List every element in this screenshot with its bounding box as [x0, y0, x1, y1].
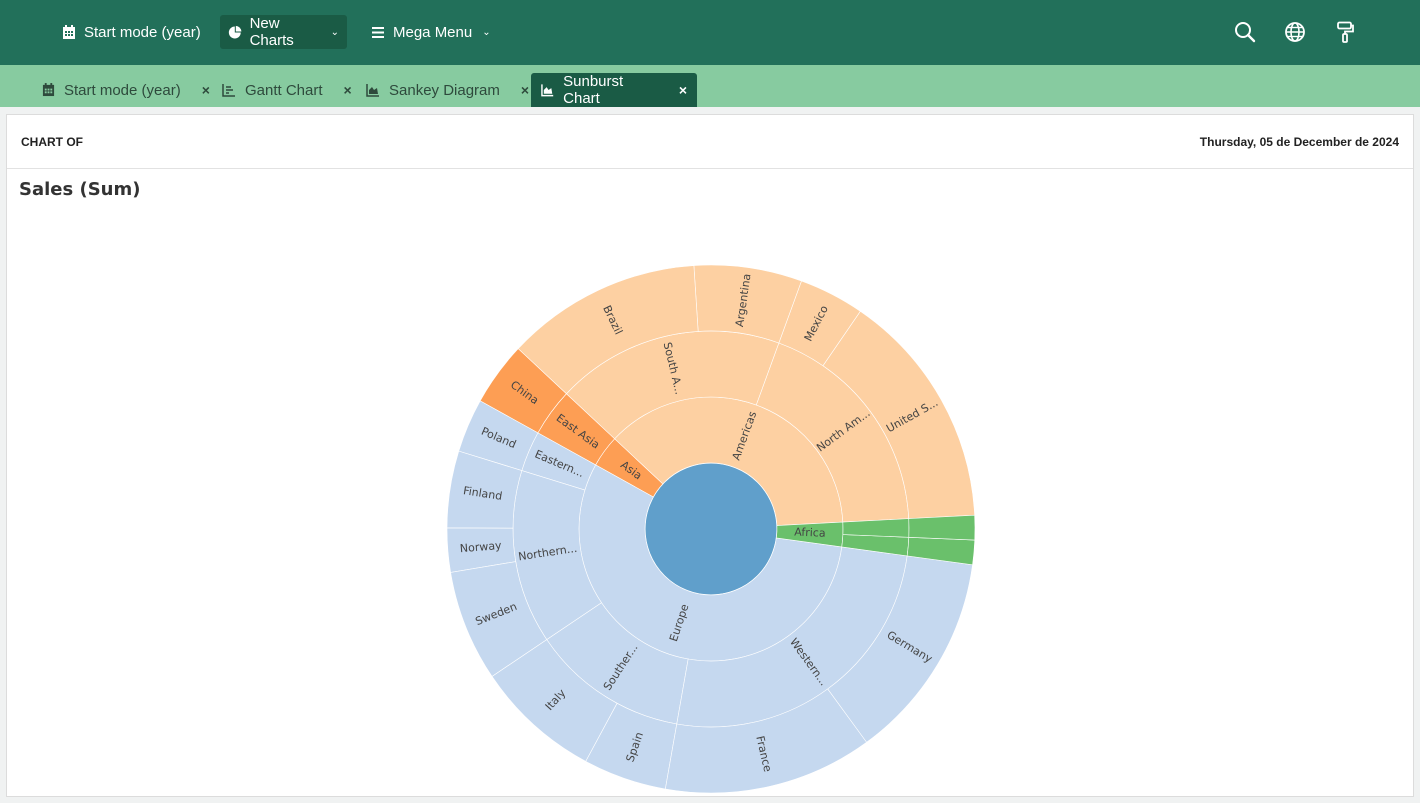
card-header: CHART OF Thursday, 05 de December de 202… — [7, 115, 1413, 169]
card-date: Thursday, 05 de December de 2024 — [1199, 134, 1399, 149]
line-chart-icon — [222, 84, 235, 97]
pie-chart-icon — [228, 25, 242, 38]
sunburst-root[interactable] — [644, 462, 778, 596]
sunburst-label-africa: Africa — [794, 525, 826, 539]
tab-sankey-diagram[interactable]: Sankey Diagram × — [356, 73, 539, 107]
chart-card: CHART OF Thursday, 05 de December de 202… — [6, 114, 1414, 797]
nav-start-mode[interactable]: Start mode (year) — [54, 15, 209, 49]
nav-mega-menu[interactable]: Mega Menu ⌄ — [363, 15, 499, 49]
calendar-icon — [63, 24, 75, 39]
tab-start-mode-label: Start mode (year) — [64, 81, 181, 99]
tab-sunburst-chart[interactable]: Sunburst Chart × — [531, 73, 697, 107]
sunburst-chart[interactable]: Americas North Am... United S...MexicoSout… — [7, 169, 1413, 795]
chevron-down-icon: ⌄ — [482, 26, 491, 38]
nav-new-charts-label: New Charts — [249, 15, 294, 49]
search-icon[interactable] — [1234, 21, 1256, 43]
sunburst-segment-africa-2a[interactable] — [908, 514, 976, 541]
calendar-icon — [42, 83, 55, 97]
hamburger-icon — [372, 26, 384, 38]
paint-roller-icon[interactable] — [1334, 21, 1356, 43]
close-icon[interactable]: × — [344, 82, 352, 98]
tab-start-mode[interactable]: Start mode (year) × — [32, 73, 220, 107]
chevron-down-icon: ⌄ — [330, 26, 339, 38]
tab-gantt-chart[interactable]: Gantt Chart × — [212, 73, 362, 107]
globe-icon[interactable] — [1284, 21, 1306, 43]
tab-sunburst-chart-label: Sunburst Chart — [563, 73, 624, 107]
sunburst-segment-africa-2[interactable] — [842, 518, 910, 538]
area-chart-icon — [541, 84, 554, 97]
tab-sankey-diagram-label: Sankey Diagram — [389, 81, 500, 99]
close-icon[interactable]: × — [202, 82, 210, 98]
tab-gantt-chart-label: Gantt Chart — [245, 81, 323, 99]
card-title: CHART OF — [21, 134, 83, 149]
tab-bar: Start mode (year) × Gantt Chart × Sankey… — [0, 65, 1420, 107]
close-icon[interactable]: × — [679, 82, 687, 98]
nav-start-mode-label: Start mode (year) — [84, 23, 201, 41]
nav-mega-menu-label: Mega Menu — [393, 23, 473, 41]
nav-new-charts[interactable]: New Charts ⌄ — [220, 15, 347, 49]
top-navbar: Start mode (year) New Charts ⌄ Mega Menu… — [0, 0, 1420, 65]
close-icon[interactable]: × — [521, 82, 529, 98]
area-chart-icon — [366, 84, 379, 97]
